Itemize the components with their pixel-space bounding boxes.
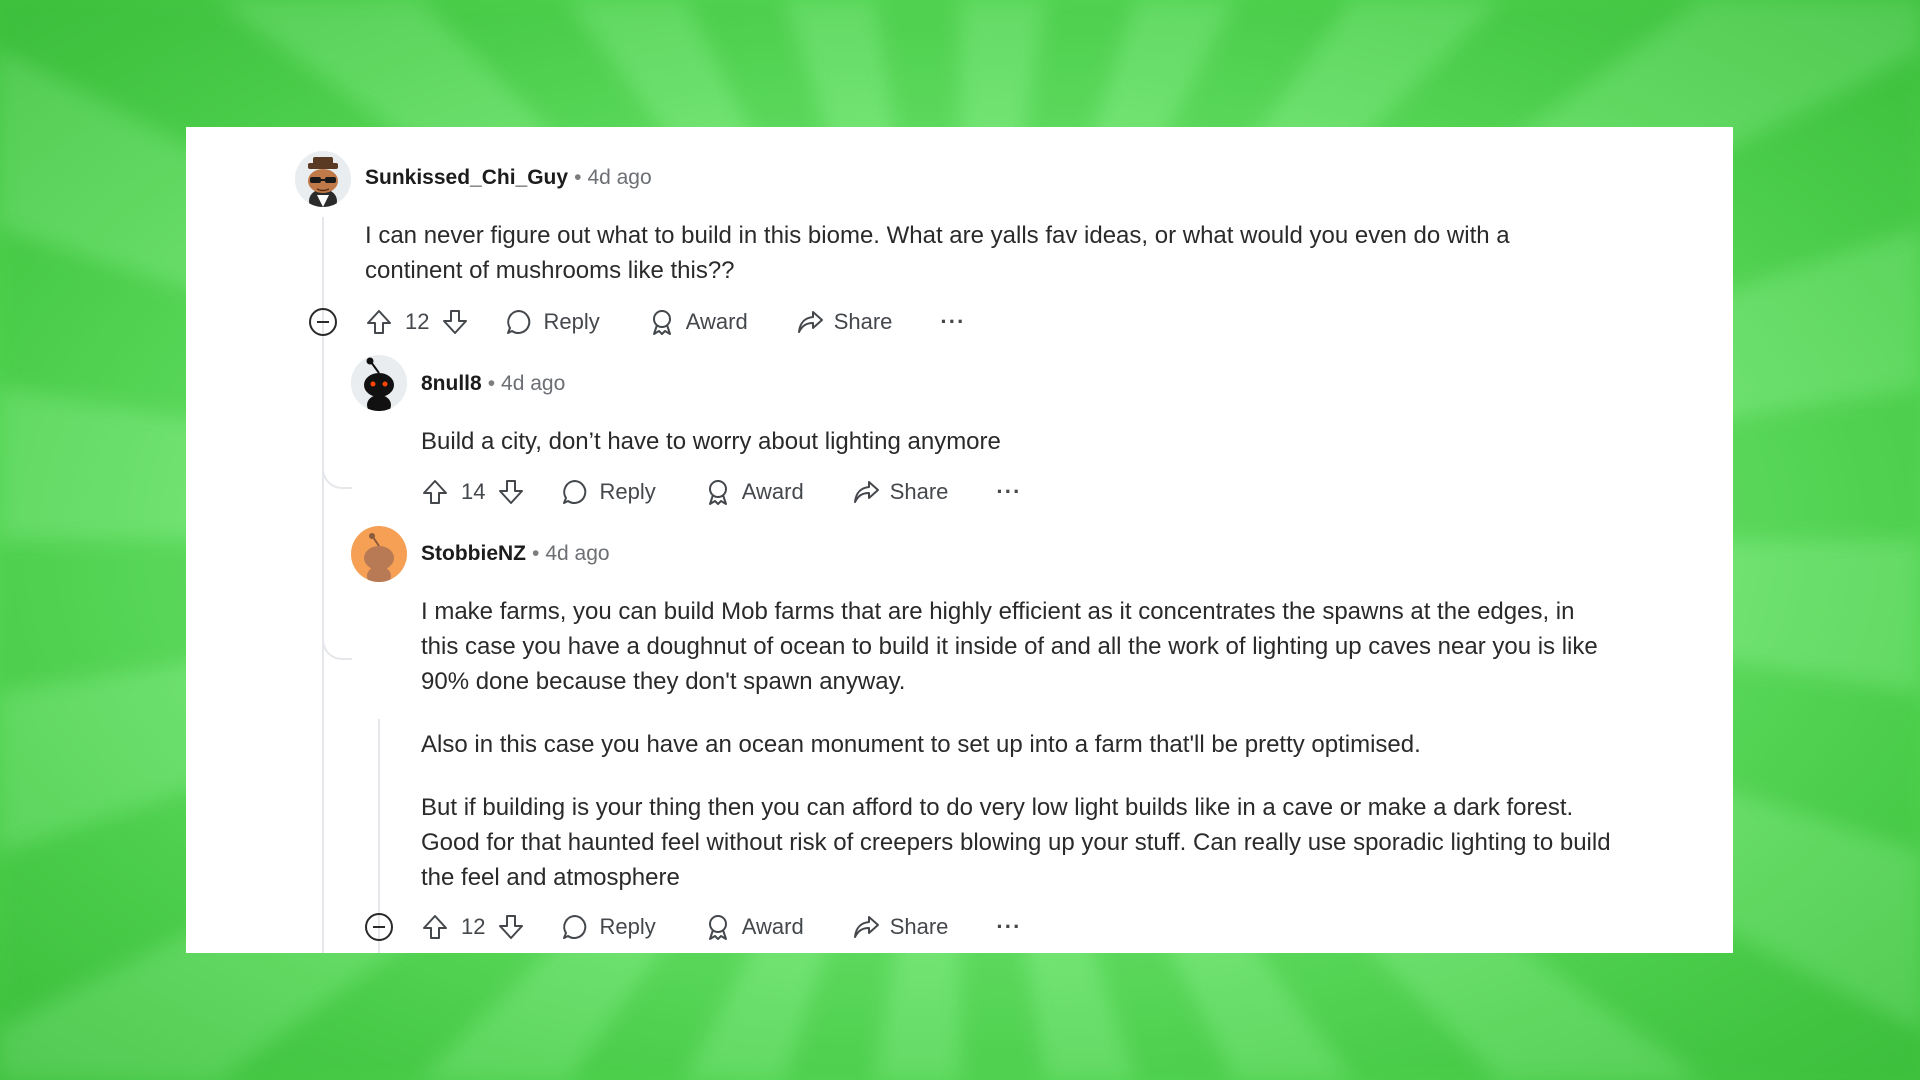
share-label: Share xyxy=(889,914,949,939)
thread-branch-reply-1 xyxy=(322,459,352,489)
share-arrow-icon xyxy=(797,311,823,333)
comment-bubble-icon xyxy=(507,310,531,334)
comment-meta: Sunkissed_Chi_Guy • 4d ago xyxy=(365,165,652,191)
vote-count: 14 xyxy=(461,479,486,504)
upvote-button[interactable] xyxy=(365,308,393,336)
comment-bubble-icon xyxy=(563,480,587,504)
avatar[interactable] xyxy=(295,151,351,207)
award-label: Award xyxy=(685,309,748,334)
collapse-button[interactable] xyxy=(364,912,394,942)
comment-thread-card: Sunkissed_Chi_Guy • 4d ago I can never fig… xyxy=(186,127,1733,953)
comment-meta: StobbieNZ • 4d ago xyxy=(421,541,610,567)
comment-bubble-icon xyxy=(563,915,587,939)
snoo-avatar-black xyxy=(351,355,407,411)
username[interactable]: StobbieNZ xyxy=(421,542,526,565)
upvote-button[interactable] xyxy=(421,913,449,941)
comment-paragraph: I make farms, you can build Mob farms th… xyxy=(421,598,1598,695)
downvote-arrow-icon xyxy=(443,310,468,334)
share-arrow-icon xyxy=(853,481,879,503)
downvote-button[interactable] xyxy=(497,913,525,941)
avatar[interactable] xyxy=(351,355,407,411)
upvote-arrow-icon xyxy=(423,915,447,939)
comment-actions: 14 Reply Award Share ··· xyxy=(421,475,1021,509)
separator-dot: • xyxy=(574,166,582,189)
collapse-minus-icon xyxy=(365,913,393,941)
comment-body: Build a city, don’t have to worry about … xyxy=(421,424,1616,459)
snoo-avatar-orange xyxy=(351,526,407,582)
vote-count: 12 xyxy=(461,914,486,939)
vote-count: 12 xyxy=(405,309,430,334)
collapse-button[interactable] xyxy=(308,307,338,337)
reply-button[interactable]: Reply xyxy=(505,308,600,336)
comment-paragraph: Also in this case you have an ocean monu… xyxy=(421,731,1421,758)
username[interactable]: 8null8 xyxy=(421,372,482,395)
comment-body: I can never figure out what to build in … xyxy=(365,218,1560,288)
more-options-button[interactable]: ··· xyxy=(940,309,965,335)
avatar[interactable] xyxy=(351,526,407,582)
award-ribbon-icon xyxy=(708,915,727,940)
timestamp[interactable]: 4d ago xyxy=(545,542,609,565)
award-label: Award xyxy=(741,914,804,939)
timestamp[interactable]: 4d ago xyxy=(501,372,565,395)
downvote-button[interactable] xyxy=(441,308,469,336)
reply-label: Reply xyxy=(543,309,600,334)
more-options-button[interactable]: ··· xyxy=(996,914,1021,940)
downvote-button[interactable] xyxy=(497,478,525,506)
award-label: Award xyxy=(741,479,804,504)
comment-paragraph: But if building is your thing then you c… xyxy=(421,794,1611,891)
share-button[interactable]: Share xyxy=(852,478,949,506)
comment-actions: 12 Reply Award Share ··· xyxy=(365,305,965,339)
more-options-button[interactable]: ··· xyxy=(996,479,1021,505)
reply-button[interactable]: Reply xyxy=(561,478,656,506)
timestamp[interactable]: 4d ago xyxy=(587,166,651,189)
upvote-button[interactable] xyxy=(421,478,449,506)
share-label: Share xyxy=(833,309,893,334)
comment-paragraph: Build a city, don’t have to worry about … xyxy=(421,428,1001,455)
snoo-avatar-sunglasses-hat xyxy=(295,151,351,207)
downvote-arrow-icon xyxy=(499,480,524,504)
award-ribbon-icon xyxy=(652,310,671,335)
share-button[interactable]: Share xyxy=(796,308,893,336)
comment-meta: 8null8 • 4d ago xyxy=(421,371,565,397)
comment-actions: 12 Reply Award Share ··· xyxy=(421,910,1021,944)
reply-label: Reply xyxy=(599,914,656,939)
comment-paragraph: I can never figure out what to build in … xyxy=(365,222,1510,284)
reply-button[interactable]: Reply xyxy=(561,913,656,941)
share-button[interactable]: Share xyxy=(852,913,949,941)
award-button[interactable]: Award xyxy=(704,478,804,506)
award-button[interactable]: Award xyxy=(704,913,804,941)
collapse-minus-icon xyxy=(309,308,337,336)
award-ribbon-icon xyxy=(708,480,727,505)
share-label: Share xyxy=(889,479,949,504)
downvote-arrow-icon xyxy=(499,915,524,939)
upvote-arrow-icon xyxy=(367,310,391,334)
thread-branch-reply-2 xyxy=(322,630,352,660)
upvote-arrow-icon xyxy=(423,480,447,504)
award-button[interactable]: Award xyxy=(648,308,748,336)
separator-dot: • xyxy=(487,372,496,395)
comment-body: I make farms, you can build Mob farms th… xyxy=(421,594,1616,895)
username[interactable]: Sunkissed_Chi_Guy xyxy=(365,166,568,189)
reply-label: Reply xyxy=(599,479,656,504)
share-arrow-icon xyxy=(853,916,879,938)
separator-dot: • xyxy=(532,542,540,565)
